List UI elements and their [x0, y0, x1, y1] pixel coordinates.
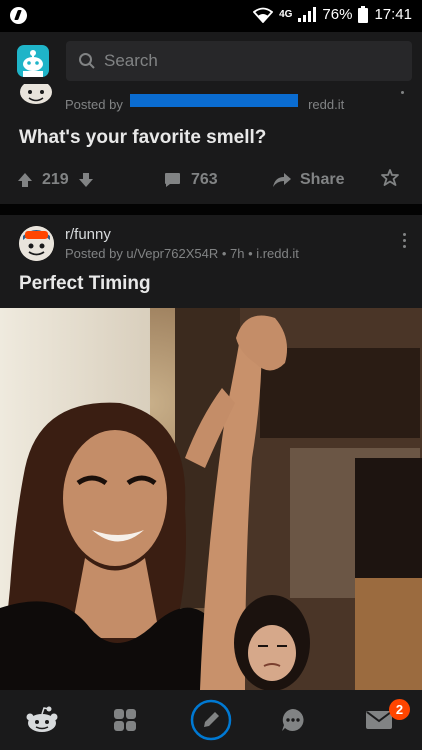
post-card[interactable]: Posted by redd.it What's your favorite s… [0, 84, 422, 204]
clock: 17:41 [374, 6, 412, 23]
grid-icon [114, 709, 136, 731]
post-title[interactable]: What's your favorite smell? [19, 127, 266, 149]
post-domain: redd.it [308, 97, 345, 112]
share-button[interactable]: Share [272, 171, 344, 189]
more-options-icon[interactable] [401, 91, 404, 94]
home-snoo-icon [26, 706, 58, 732]
subreddit-avatar[interactable] [18, 84, 54, 106]
inbox-badge: 2 [389, 699, 410, 720]
post-photo [0, 308, 422, 690]
network-type: 4G [279, 9, 293, 20]
search-input[interactable] [104, 51, 384, 71]
posted-by-prefix: Posted by [65, 97, 123, 112]
notification-icon [10, 7, 27, 24]
share-icon [273, 173, 291, 187]
subreddit-name[interactable]: r/funny [65, 226, 111, 243]
pencil-icon [190, 699, 232, 741]
vote-count: 219 [42, 171, 69, 188]
search-icon [79, 53, 95, 69]
nav-home[interactable] [24, 702, 60, 738]
post-meta[interactable]: Posted by u/Vepr762X54R • 7h • i.redd.it [65, 246, 299, 261]
battery-level: 76% [322, 6, 353, 23]
downvote-icon[interactable] [78, 172, 94, 188]
app-header [0, 32, 422, 90]
wifi-icon [253, 7, 274, 23]
chat-icon [282, 709, 304, 731]
upvote-icon[interactable] [17, 172, 33, 188]
bottom-nav: 2 [0, 690, 422, 750]
nav-communities[interactable] [107, 702, 143, 738]
feed-divider [0, 204, 422, 215]
more-options-icon[interactable] [403, 233, 407, 249]
redaction-bar [130, 94, 298, 107]
share-label: Share [300, 171, 345, 188]
vote-group: 219 [17, 171, 94, 189]
search-bar[interactable] [66, 41, 412, 81]
reddit-snoo-icon[interactable] [17, 45, 49, 77]
comment-icon [165, 173, 180, 187]
post-action-bar: 219 763 Share [0, 162, 422, 198]
status-right: 4G 76% 17:41 [253, 6, 412, 23]
award-button[interactable] [380, 168, 400, 193]
post-image[interactable] [0, 308, 422, 690]
post-title[interactable]: Perfect Timing [19, 273, 151, 295]
subreddit-avatar[interactable] [19, 226, 54, 261]
status-bar: 4G 76% 17:41 [0, 0, 422, 32]
signal-icon [298, 7, 317, 22]
post-card[interactable]: r/funny Posted by u/Vepr762X54R • 7h • i… [0, 215, 422, 690]
comments-button[interactable]: 763 [164, 171, 218, 189]
battery-icon [358, 6, 369, 23]
nav-chat[interactable] [275, 702, 311, 738]
nav-create-post[interactable] [190, 699, 232, 741]
comment-count: 763 [191, 171, 218, 188]
award-icon [381, 168, 399, 186]
